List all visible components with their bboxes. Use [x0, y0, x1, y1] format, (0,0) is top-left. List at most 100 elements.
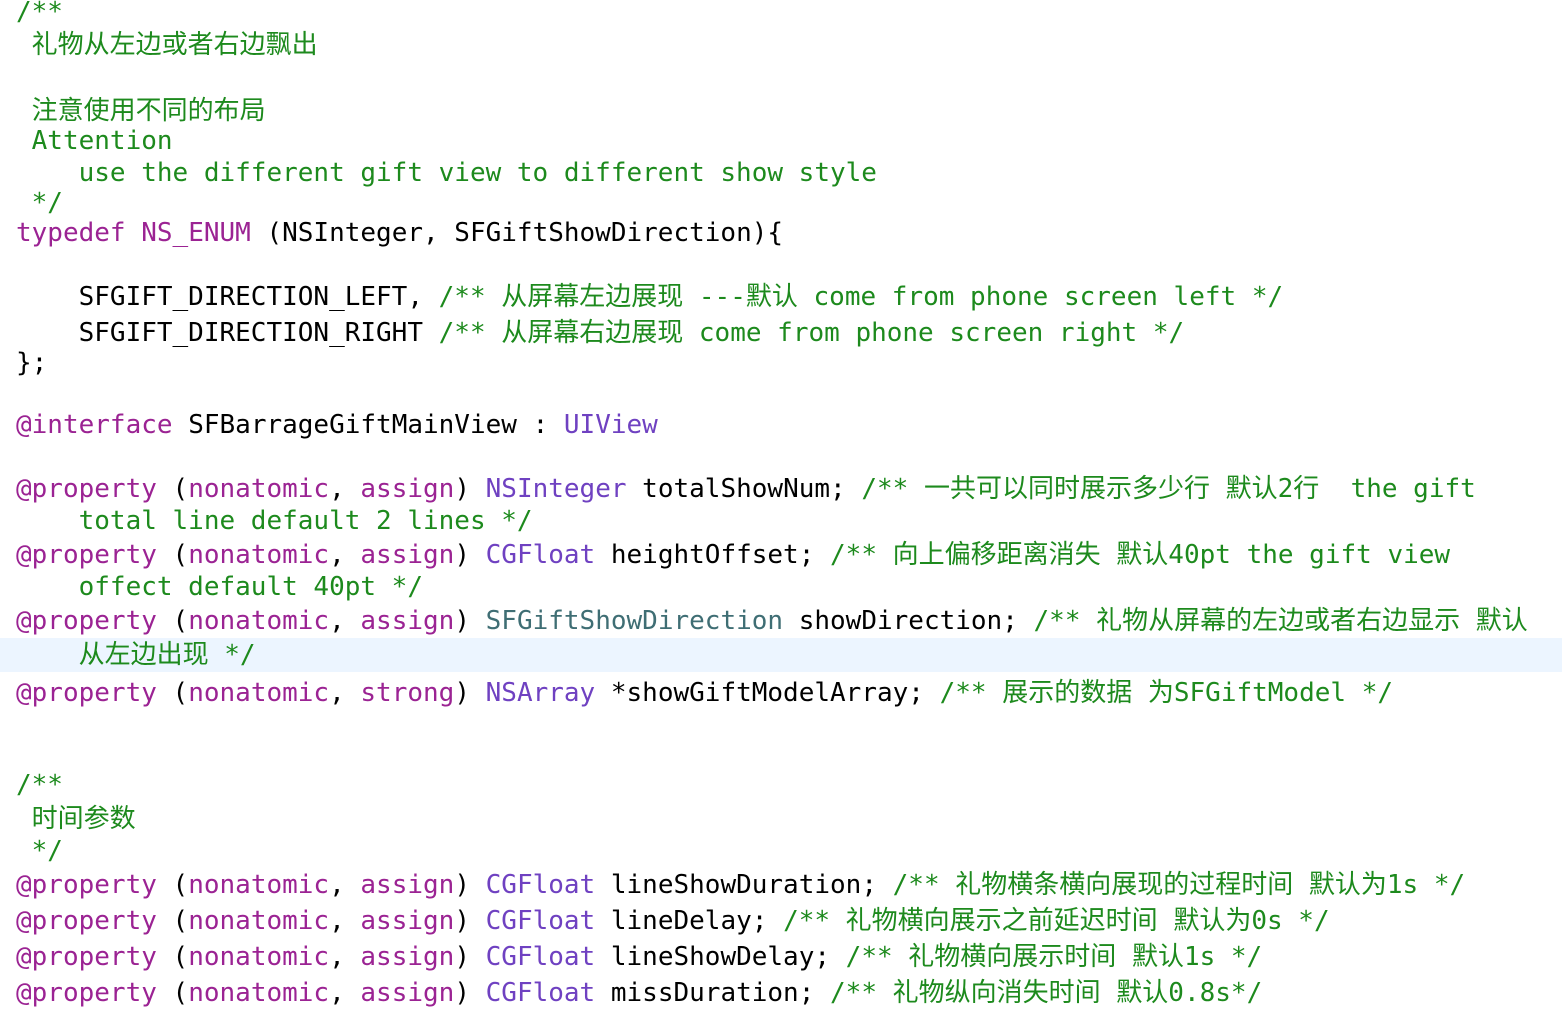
code-line[interactable]: offect default 40pt */ — [0, 570, 1562, 604]
token-plain: ) — [454, 474, 486, 504]
token-comment: /** 礼物横向展示时间 默认1s */ — [845, 942, 1263, 972]
code-line[interactable]: @property (nonatomic, assign) SFGiftShow… — [0, 604, 1562, 638]
token-type: CGFloat — [485, 906, 596, 936]
code-line[interactable]: total line default 2 lines */ — [0, 504, 1562, 538]
code-line[interactable]: SFGIFT_DIRECTION_LEFT, /** 从屏幕左边展现 ---默认… — [0, 280, 1562, 314]
token-plain: missDuration; — [595, 978, 831, 1008]
token-plain: showDirection; — [783, 606, 1034, 636]
token-plain: , — [329, 978, 361, 1008]
token-comment: /** 礼物纵向消失时间 默认0.8s*/ — [830, 978, 1263, 1008]
code-line-text: use the different gift view to different… — [16, 156, 877, 190]
code-line[interactable]: @property (nonatomic, assign) NSInteger … — [0, 472, 1562, 506]
code-line-current[interactable]: 从左边出现 */ — [0, 638, 1562, 672]
code-line-text: @property (nonatomic, assign) NSInteger … — [16, 472, 1476, 506]
token-kw: nonatomic — [188, 978, 330, 1008]
token-plain: ( — [156, 870, 189, 900]
token-plain: }; — [16, 348, 48, 378]
code-line[interactable]: /** — [0, 768, 1562, 802]
code-line[interactable]: 礼物从左边或者右边飘出 — [0, 28, 1562, 62]
code-line[interactable]: typedef NS_ENUM (NSInteger, SFGiftShowDi… — [0, 216, 1562, 250]
token-comment: /** 展示的数据 为SFGiftModel */ — [939, 678, 1394, 708]
token-plain: ) — [454, 942, 486, 972]
code-line[interactable]: @property (nonatomic, assign) CGFloat he… — [0, 538, 1562, 572]
code-line[interactable]: @property (nonatomic, strong) NSArray *s… — [0, 676, 1562, 710]
code-line-text: @property (nonatomic, assign) CGFloat li… — [16, 868, 1465, 902]
token-kw: @property — [16, 606, 157, 636]
code-line[interactable]: use the different gift view to different… — [0, 156, 1562, 190]
token-kw: nonatomic — [188, 870, 330, 900]
token-plain: , — [329, 870, 361, 900]
token-plain: lineShowDelay; — [595, 942, 846, 972]
token-comment: use the different gift view to different… — [16, 158, 877, 188]
token-plain: ( — [156, 978, 189, 1008]
token-plain: , — [329, 906, 361, 936]
token-comment: */ — [16, 188, 63, 218]
code-editor[interactable]: /** 礼物从左边或者右边飘出 注意使用不同的布局 Attention use … — [0, 0, 1562, 1008]
code-line-text: /** — [16, 768, 63, 802]
code-line-text: @property (nonatomic, assign) SFGiftShow… — [16, 604, 1528, 638]
token-plain: SFBarrageGiftMainView : — [172, 410, 564, 440]
code-line[interactable]: @property (nonatomic, assign) CGFloat li… — [0, 904, 1562, 938]
token-plain: ( — [156, 678, 189, 708]
code-line[interactable]: */ — [0, 186, 1562, 220]
token-type: CGFloat — [485, 942, 596, 972]
token-plain: (NSInteger, SFGiftShowDirection){ — [250, 218, 784, 248]
code-line[interactable]: Attention — [0, 124, 1562, 158]
token-kw: @property — [16, 870, 157, 900]
code-line[interactable]: @property (nonatomic, assign) CGFloat li… — [0, 868, 1562, 902]
token-plain: , — [329, 678, 361, 708]
token-type: NSArray — [485, 678, 596, 708]
token-kw: assign — [360, 870, 455, 900]
token-kw: assign — [360, 606, 455, 636]
token-type: UIView — [563, 410, 658, 440]
code-line-text: }; — [16, 346, 47, 380]
code-line[interactable]: SFGIFT_DIRECTION_RIGHT /** 从屏幕右边展现 come … — [0, 316, 1562, 350]
code-line-text: SFGIFT_DIRECTION_LEFT, /** 从屏幕左边展现 ---默认… — [16, 280, 1284, 314]
token-plain: lineDelay; — [595, 906, 784, 936]
token-kw: assign — [360, 474, 455, 504]
code-line[interactable]: }; — [0, 346, 1562, 380]
code-line[interactable]: */ — [0, 834, 1562, 868]
token-kw: nonatomic — [188, 942, 330, 972]
code-line-text: @property (nonatomic, strong) NSArray *s… — [16, 676, 1393, 710]
token-kw: nonatomic — [188, 474, 330, 504]
token-plain: , — [329, 942, 361, 972]
token-kw: NS_ENUM — [141, 218, 251, 248]
code-line[interactable]: /** — [0, 0, 1562, 29]
token-plain: ( — [156, 606, 189, 636]
token-comment: /** — [16, 770, 63, 800]
code-line-text: @property (nonatomic, assign) CGFloat mi… — [16, 976, 1262, 1010]
code-line-text: typedef NS_ENUM (NSInteger, SFGiftShowDi… — [16, 216, 783, 250]
token-kw: @interface — [16, 410, 173, 440]
code-line[interactable]: @property (nonatomic, assign) CGFloat mi… — [0, 976, 1562, 1010]
code-line[interactable]: 注意使用不同的布局 — [0, 94, 1562, 128]
token-plain: ) — [454, 678, 486, 708]
token-type: CGFloat — [485, 978, 596, 1008]
code-line[interactable]: 时间参数 — [0, 802, 1562, 836]
token-plain: ) — [454, 906, 486, 936]
code-line-text: */ — [16, 186, 63, 220]
code-line-text: 礼物从左边或者右边飘出 — [16, 28, 318, 62]
code-line-text: @property (nonatomic, assign) CGFloat li… — [16, 904, 1330, 938]
token-plain: heightOffset; — [595, 540, 831, 570]
token-comment: offect default 40pt */ — [16, 572, 423, 602]
code-line-text: Attention — [16, 124, 173, 158]
code-line-text: offect default 40pt */ — [16, 570, 423, 604]
code-line[interactable]: @interface SFBarrageGiftMainView : UIVie… — [0, 408, 1562, 442]
token-comment: total line default 2 lines */ — [16, 506, 533, 536]
token-plain: ( — [156, 906, 189, 936]
token-plain: ( — [156, 474, 189, 504]
token-comment: /** 礼物横向展示之前延迟时间 默认为0s */ — [783, 906, 1330, 936]
token-kw: nonatomic — [188, 606, 330, 636]
token-kw: @property — [16, 978, 157, 1008]
token-comment: /** 从屏幕右边展现 come from phone screen right… — [438, 318, 1185, 348]
code-line-text: SFGIFT_DIRECTION_RIGHT /** 从屏幕右边展现 come … — [16, 316, 1185, 350]
code-line[interactable]: @property (nonatomic, assign) CGFloat li… — [0, 940, 1562, 974]
token-type: CGFloat — [485, 870, 596, 900]
token-plain: lineShowDuration; — [595, 870, 893, 900]
token-comment: /** — [16, 0, 63, 27]
token-comment: /** 一共可以同时展示多少行 默认2行 the gift — [861, 474, 1476, 504]
token-kw: strong — [360, 678, 455, 708]
token-comment: /** 向上偏移距离消失 默认40pt the gift view — [830, 540, 1451, 570]
